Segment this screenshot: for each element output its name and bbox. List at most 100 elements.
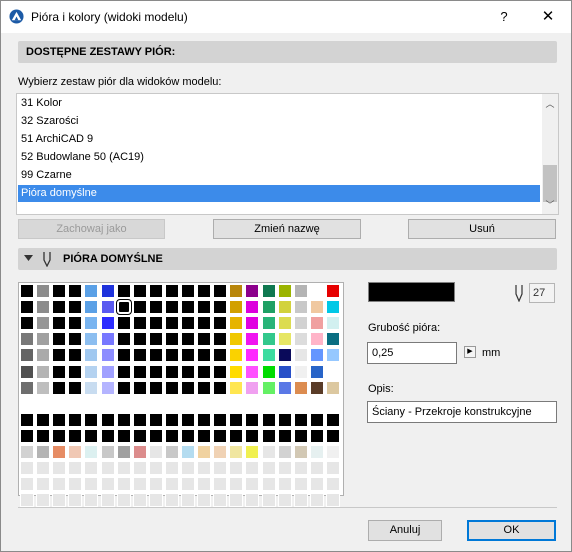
pen-cell[interactable] — [213, 300, 228, 315]
pen-cell[interactable] — [20, 477, 34, 492]
pen-cell[interactable] — [245, 461, 260, 476]
pen-cell[interactable] — [20, 380, 34, 395]
pen-cell[interactable] — [181, 364, 195, 379]
description-input[interactable]: Ściany - Przekroje konstrukcyjne — [367, 401, 557, 423]
pen-cell[interactable] — [261, 284, 276, 298]
pen-cell[interactable] — [68, 332, 83, 347]
pen-cell[interactable] — [309, 461, 324, 476]
pen-cell[interactable] — [309, 428, 324, 443]
pen-cell[interactable] — [181, 445, 195, 459]
pen-cell[interactable] — [213, 396, 228, 411]
pen-cell[interactable] — [132, 412, 147, 427]
pen-cell[interactable] — [100, 284, 115, 298]
pen-cell[interactable] — [293, 445, 308, 459]
pen-cell[interactable] — [20, 493, 34, 508]
pen-cell[interactable] — [116, 348, 131, 363]
pen-cell[interactable] — [277, 493, 292, 508]
pen-cell[interactable] — [245, 284, 260, 298]
pen-cell[interactable] — [261, 300, 276, 315]
pen-cell[interactable] — [197, 412, 212, 427]
rename-button[interactable]: Zmień nazwę — [213, 219, 361, 239]
pen-cell[interactable] — [84, 461, 99, 476]
pen-cell[interactable] — [213, 445, 228, 459]
pen-cell[interactable] — [148, 412, 163, 427]
pen-cell[interactable] — [36, 316, 51, 331]
close-button[interactable]: ✕ — [537, 7, 559, 27]
pen-cell[interactable] — [52, 412, 67, 427]
pen-cell[interactable] — [309, 348, 324, 363]
pen-cell[interactable] — [36, 380, 51, 395]
pen-cell[interactable] — [325, 300, 340, 315]
pen-cell[interactable] — [261, 348, 276, 363]
pen-cell[interactable] — [181, 428, 195, 443]
pen-cell[interactable] — [197, 332, 212, 347]
pen-cell[interactable] — [164, 477, 179, 492]
pen-cell[interactable] — [213, 284, 228, 298]
list-item[interactable]: 52 Budowlane 50 (AC19) — [18, 149, 540, 166]
list-item[interactable]: 32 Szarości — [18, 113, 540, 130]
pen-cell[interactable] — [132, 332, 147, 347]
pen-cell[interactable] — [36, 477, 51, 492]
pen-cell[interactable] — [197, 284, 212, 298]
pen-cell[interactable] — [132, 493, 147, 508]
pen-cell[interactable] — [325, 332, 340, 347]
pen-cell[interactable] — [100, 461, 115, 476]
pen-cell[interactable] — [68, 493, 83, 508]
pen-cell[interactable] — [229, 461, 244, 476]
pen-cell[interactable] — [36, 412, 51, 427]
pen-cell[interactable] — [132, 428, 147, 443]
pen-cell[interactable] — [20, 300, 34, 315]
pen-cell[interactable] — [309, 380, 324, 395]
pen-cell[interactable] — [164, 412, 179, 427]
scrollbar-thumb[interactable] — [543, 165, 557, 202]
pen-cell[interactable] — [20, 284, 34, 298]
pen-cell[interactable] — [100, 300, 115, 315]
pen-weight-input[interactable]: 0,25 — [367, 342, 457, 364]
pen-cell[interactable] — [277, 477, 292, 492]
pen-cell[interactable] — [132, 364, 147, 379]
pen-cell[interactable] — [325, 284, 340, 298]
pen-cell[interactable] — [164, 428, 179, 443]
pen-cell[interactable] — [52, 284, 67, 298]
pen-cell[interactable] — [100, 445, 115, 459]
pen-cell[interactable] — [84, 364, 99, 379]
pen-cell[interactable] — [20, 445, 34, 459]
pen-cell[interactable] — [277, 428, 292, 443]
pen-cell[interactable] — [261, 396, 276, 411]
pen-cell[interactable] — [84, 380, 99, 395]
pen-cell[interactable] — [181, 348, 195, 363]
pen-cell[interactable] — [213, 364, 228, 379]
pen-cell[interactable] — [261, 364, 276, 379]
pen-cell[interactable] — [68, 364, 83, 379]
pen-cell[interactable] — [229, 412, 244, 427]
pen-cell[interactable] — [261, 477, 276, 492]
pen-cell[interactable] — [181, 461, 195, 476]
pen-cell[interactable] — [148, 380, 163, 395]
list-item[interactable]: 51 ArchiCAD 9 — [18, 131, 540, 148]
pen-cell[interactable] — [325, 477, 340, 492]
pen-cell[interactable] — [197, 316, 212, 331]
pen-cell[interactable] — [309, 364, 324, 379]
pen-cell[interactable] — [213, 428, 228, 443]
pen-cell[interactable] — [148, 396, 163, 411]
pen-cell[interactable] — [309, 493, 324, 508]
pen-cell[interactable] — [164, 493, 179, 508]
pen-cell[interactable] — [148, 348, 163, 363]
chevron-up-icon[interactable]: ︿ — [542, 97, 558, 110]
pen-cell[interactable] — [261, 493, 276, 508]
cancel-button[interactable]: Anuluj — [368, 520, 442, 541]
pen-cell[interactable] — [229, 493, 244, 508]
pen-cell[interactable] — [197, 477, 212, 492]
pen-cell[interactable] — [132, 396, 147, 411]
pen-cell[interactable] — [245, 477, 260, 492]
pen-cell[interactable] — [116, 332, 131, 347]
pen-cell[interactable] — [197, 364, 212, 379]
pen-cell[interactable] — [181, 380, 195, 395]
pen-cell[interactable] — [84, 412, 99, 427]
pen-cell[interactable] — [84, 300, 99, 315]
pen-cell[interactable] — [325, 412, 340, 427]
pen-cell[interactable] — [100, 493, 115, 508]
pen-cell[interactable] — [245, 412, 260, 427]
pen-palette-grid[interactable] — [18, 282, 344, 508]
pen-cell[interactable] — [293, 493, 308, 508]
